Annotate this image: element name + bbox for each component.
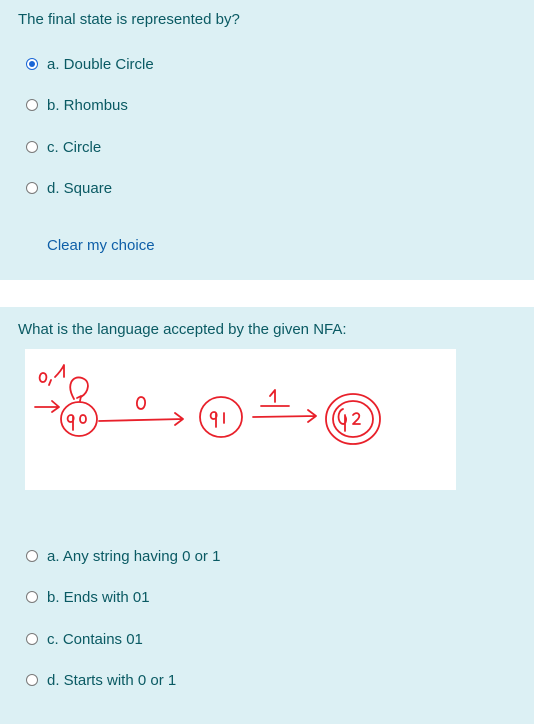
arrow-q0-q1 [98, 412, 184, 426]
q2-option-a-label: a. Any string having 0 or 1 [47, 547, 221, 565]
transition-label-0 [135, 396, 147, 410]
question-2-panel: What is the language accepted by the giv… [0, 307, 534, 724]
nfa-diagram [34, 364, 381, 445]
q2-option-b[interactable]: b. Ends with 01 [26, 586, 150, 608]
q1-option-b-label: b. Rhombus [47, 96, 128, 114]
radio-icon[interactable] [26, 99, 38, 111]
arrow-q1-q2 [252, 409, 317, 423]
state-q2-final [325, 393, 381, 445]
q2-option-d[interactable]: d. Starts with 0 or 1 [26, 669, 176, 691]
radio-selected-icon[interactable] [26, 58, 38, 70]
self-loop-arrow [69, 376, 89, 400]
question-1-prompt: The final state is represented by? [18, 11, 240, 28]
state-q1 [199, 396, 243, 438]
radio-icon[interactable] [26, 141, 38, 153]
question-1-panel: The final state is represented by? a. Do… [0, 0, 534, 280]
radio-icon[interactable] [26, 674, 38, 686]
q1-option-b[interactable]: b. Rhombus [26, 94, 128, 116]
clear-choice-link[interactable]: Clear my choice [47, 237, 155, 254]
self-loop-label-0-1 [38, 364, 65, 386]
q2-option-a[interactable]: a. Any string having 0 or 1 [26, 545, 220, 567]
q1-option-a-label: a. Double Circle [47, 55, 154, 73]
radio-icon[interactable] [26, 591, 38, 603]
q1-option-c-label: c. Circle [47, 138, 102, 156]
q2-option-c-label: c. Contains 01 [47, 630, 143, 648]
start-arrow [34, 400, 60, 413]
transition-label-1 [260, 389, 290, 407]
radio-icon[interactable] [26, 633, 38, 645]
state-q0 [60, 401, 98, 437]
radio-icon[interactable] [26, 550, 38, 562]
nfa-diagram-image [25, 349, 456, 490]
q2-option-c[interactable]: c. Contains 01 [26, 628, 143, 650]
radio-icon[interactable] [26, 182, 38, 194]
question-2-prompt: What is the language accepted by the giv… [18, 321, 347, 338]
q2-option-d-label: d. Starts with 0 or 1 [47, 671, 177, 689]
q1-option-a[interactable]: a. Double Circle [26, 53, 154, 75]
q1-option-c[interactable]: c. Circle [26, 136, 101, 158]
q1-option-d[interactable]: d. Square [26, 177, 112, 199]
q1-option-d-label: d. Square [47, 179, 113, 197]
q2-option-b-label: b. Ends with 01 [47, 588, 150, 606]
